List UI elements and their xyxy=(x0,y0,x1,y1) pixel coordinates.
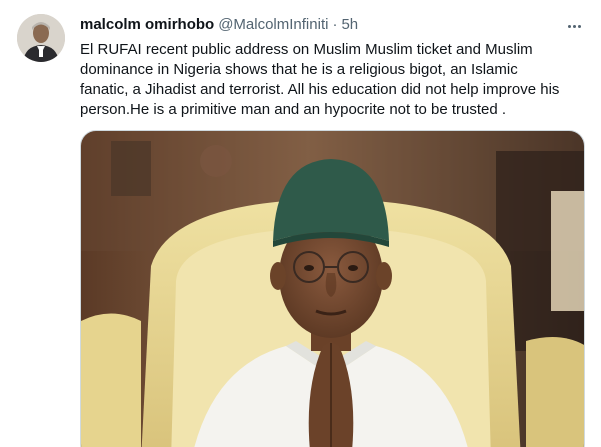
more-options-icon[interactable] xyxy=(562,14,586,38)
tweet[interactable]: malcolm omirhobo @MalcolmInfiniti · 5h E… xyxy=(0,0,601,447)
tweet-header: malcolm omirhobo @MalcolmInfiniti · 5h xyxy=(80,16,358,36)
tweet-text-line: El RUFAI recent public address on Muslim… xyxy=(80,41,533,58)
author-handle[interactable]: @MalcolmInfiniti xyxy=(218,16,328,33)
more-dot xyxy=(572,24,576,28)
tweet-text-line: fanatic, a Jihadist and terrorist. All h… xyxy=(80,81,560,98)
tweet-text-line: person.He is a primitive man and an hypo… xyxy=(80,101,507,118)
tweet-text-line: dominance in Nigeria shows that he is a … xyxy=(80,61,518,78)
more-dot xyxy=(567,24,571,28)
tweet-text: El RUFAI recent public address on Muslim… xyxy=(80,40,590,120)
avatar-image xyxy=(17,14,65,62)
header-separator: · xyxy=(332,16,338,33)
tweet-media-photo[interactable] xyxy=(80,130,585,447)
tweet-timestamp[interactable]: 5h xyxy=(341,16,358,33)
author-avatar[interactable] xyxy=(17,14,65,62)
photo-image xyxy=(81,131,584,447)
more-dot xyxy=(577,24,581,28)
author-display-name[interactable]: malcolm omirhobo xyxy=(80,16,214,33)
